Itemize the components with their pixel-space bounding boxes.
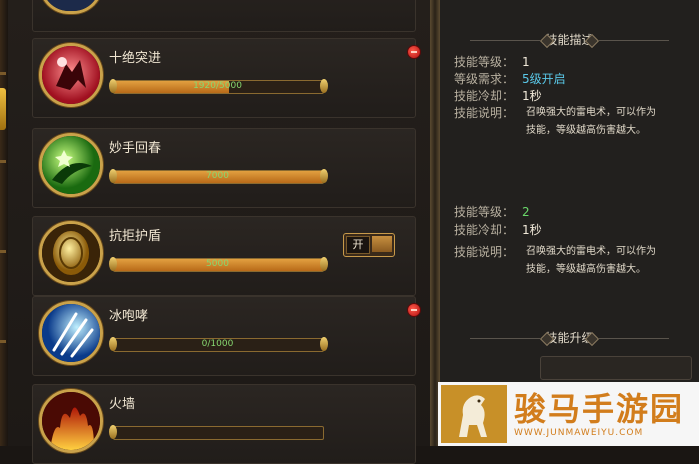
skill-card-partial[interactable]: [32, 0, 416, 32]
heal-skill-icon: [39, 133, 103, 197]
description-header: 技能描述: [440, 30, 699, 50]
partial-skill-icon: [39, 0, 103, 14]
progress-text: 1920/5000: [193, 81, 242, 91]
skill-progress-bar: 7000: [109, 169, 328, 184]
next-level-row: 技能等级： 2: [454, 205, 530, 219]
skill-info-line2: 技能，等级越高伤害越大。: [526, 125, 646, 136]
skill-progress-bar: 5000: [109, 257, 328, 272]
progress-text: 5000: [206, 259, 229, 269]
toggle-label: 开: [346, 236, 370, 254]
upgrade-cost-frame: [540, 356, 692, 380]
skill-name: 十绝突进: [109, 51, 162, 66]
skill-card-2[interactable]: 妙手回春 7000: [32, 128, 416, 208]
next-cooldown-row: 技能冷却： 1秒: [454, 223, 542, 237]
skill-name: 冰咆哮: [109, 309, 149, 324]
skill-progress-bar: 1920/5000: [109, 79, 328, 94]
skill-name: 火墙: [109, 397, 136, 412]
remove-badge[interactable]: [407, 45, 421, 59]
progress-text: 0/1000: [201, 339, 234, 349]
skill-progress-bar: 0/1000: [109, 337, 328, 352]
skill-card-1[interactable]: 十绝突进 1920/5000: [32, 38, 421, 118]
dash-skill-icon: [39, 43, 103, 107]
skill-progress-bar: [109, 425, 328, 440]
firewall-skill-icon: [39, 389, 103, 453]
skill-name: 妙手回春: [109, 141, 162, 156]
upgrade-header: 技能升级: [440, 328, 699, 348]
cooldown-row: 技能冷却： 1秒: [454, 89, 542, 103]
auto-cast-toggle[interactable]: 开: [343, 233, 395, 257]
remove-badge[interactable]: [407, 303, 421, 317]
next-info-line1: 召唤强大的雷电术，可以作为: [526, 246, 656, 257]
shield-skill-icon: [39, 221, 103, 285]
watermark-brand: 骏马手游园: [514, 390, 685, 428]
skill-card-5[interactable]: 火墙: [32, 384, 416, 464]
skill-info-line1: 召唤强大的雷电术，可以作为: [526, 107, 656, 118]
skill-card-4[interactable]: 冰咆哮 0/1000: [32, 296, 421, 376]
skill-info-label: 技能说明：: [454, 106, 515, 120]
side-tab-gem[interactable]: [0, 88, 6, 130]
watermark-url: WWW.JUNMAWEIYU.COM: [514, 428, 644, 438]
left-border: [0, 0, 8, 446]
skill-name: 抗拒护盾: [109, 229, 162, 244]
skill-card-3[interactable]: 抗拒护盾 开 5000: [32, 216, 416, 296]
horse-logo-icon: [441, 385, 507, 443]
panel-divider: [430, 0, 440, 446]
current-level-row: 技能等级： 1: [454, 55, 530, 69]
next-info-line2: 技能，等级越高伤害越大。: [526, 264, 646, 275]
ice-skill-icon: [39, 301, 103, 365]
progress-text: 7000: [206, 171, 229, 181]
next-info-label: 技能说明：: [454, 245, 515, 259]
level-requirement-row: 等级需求： 5级开启: [454, 72, 566, 86]
